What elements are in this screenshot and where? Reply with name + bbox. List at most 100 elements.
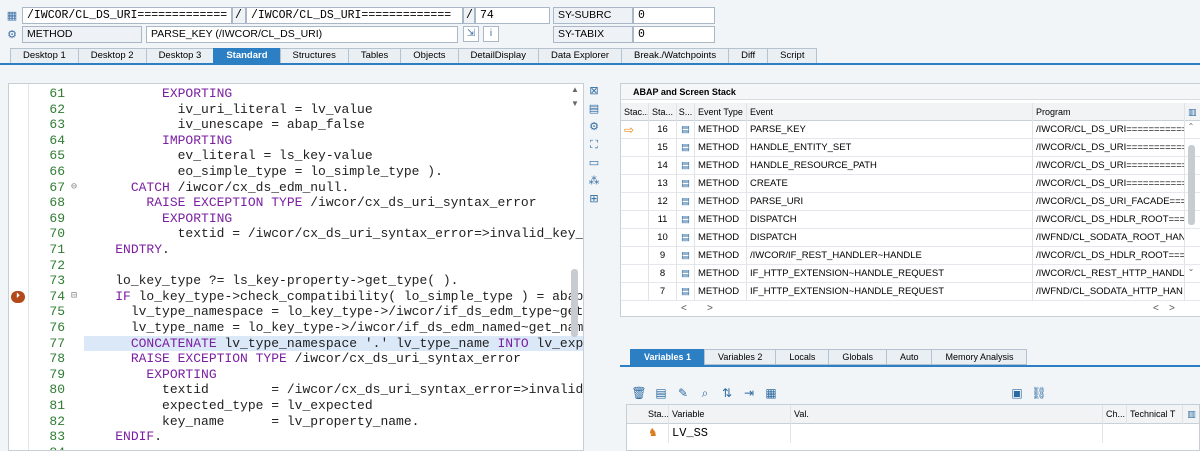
delete-icon[interactable]: 🗑 [628,386,650,402]
code-text[interactable]: lv_type_name = lo_key_type->/iwcor/if_ds… [84,320,583,336]
code-line[interactable]: 75 lv_type_namespace = lo_key_type->/iwc… [9,304,583,320]
code-line[interactable]: ⏵ 74 ⊟ IF lo_key_type->check_compatibility… [9,289,583,305]
sort-icon[interactable]: ⇅ [716,386,738,402]
col-variable[interactable]: Variable [669,405,791,424]
tree-icon[interactable]: ⁂ [586,173,602,189]
code-line[interactable]: 83 ENDIF. [9,429,583,445]
code-line[interactable]: 78 RAISE EXCEPTION TYPE /iwcor/cx_ds_uri… [9,351,583,367]
stack-row[interactable]: ⇨ 16 ▤ METHOD PARSE_KEY/IWCOR/CL_DS_URI=====… [621,121,1200,139]
stack-row[interactable]: 8 ▤ METHOD IF_HTTP_EXTENSION~HANDLE_REQUEST… [621,265,1200,283]
tab-locals[interactable]: Locals [775,349,830,365]
code-text[interactable]: EXPORTING [84,86,236,102]
col-s[interactable]: S... [677,103,695,121]
code-text[interactable]: lo_key_type ?= ls_key-property->get_type… [84,273,462,289]
col-event[interactable]: Event [747,103,1033,121]
scroll-thumb[interactable] [1188,145,1195,225]
import-icon[interactable]: ⇥ [738,386,760,402]
code-text[interactable]: EXPORTING [84,211,236,227]
code-text[interactable]: IMPORTING [84,133,236,149]
code-line[interactable]: 73 lo_key_type ?= ls_key-property->get_t… [9,273,583,289]
code-line[interactable]: 72 [9,258,583,274]
tab-standard[interactable]: Standard [213,48,281,63]
fold-toggle-icon[interactable]: ⊟ [69,289,79,305]
tab-detaildisplay[interactable]: DetailDisplay [457,48,539,63]
hierarchy-icon[interactable]: ⊞ [586,191,602,207]
col-value[interactable]: Val. [791,405,1103,424]
stack-hscrollbar[interactable]: < > < > [621,301,1200,318]
code-text[interactable]: ENDIF. [84,429,166,445]
code-line[interactable]: 82 key_name = lv_property_name. [9,414,583,430]
scroll-thumb[interactable] [571,269,578,337]
sysvar-value-2[interactable]: 0 [633,26,715,43]
code-line[interactable]: 79 EXPORTING [9,367,583,383]
code-text[interactable]: IF lo_key_type->check_compatibility( lo_… [84,289,583,305]
fold-toggle-icon[interactable]: ⊖ [69,180,79,196]
info-icon[interactable]: i [483,26,499,42]
tab-diff[interactable]: Diff [728,48,769,63]
include-field[interactable]: /IWCOR/CL_DS_URI============= [246,7,463,24]
detail-icon[interactable]: ▤ [650,386,672,402]
tab-desktop-3[interactable]: Desktop 3 [145,48,215,63]
code-line[interactable]: 69 EXPORTING [9,211,583,227]
line-field[interactable]: 74 [475,7,550,24]
col-event-type[interactable]: Event Type [695,103,747,121]
code-text[interactable]: textid = /iwcor/cx_ds_uri_syntax_error=>… [84,226,583,242]
col-stack[interactable]: Stac... [621,103,649,121]
code-text[interactable]: eo_simple_type = lo_simple_type ). [84,164,447,180]
stack-row[interactable]: 14 ▤ METHOD HANDLE_RESOURCE_PATH/IWCOR/CL_D… [621,157,1200,175]
breakpoint-icon[interactable]: ⏵ [11,290,25,303]
code-line[interactable]: 84 [9,445,583,450]
find-icon[interactable]: ⌕ [694,386,716,402]
edit-icon[interactable]: ✎ [672,386,694,402]
stack-row[interactable]: 15 ▤ METHOD HANDLE_ENTITY_SET/IWCOR/CL_DS_U… [621,139,1200,157]
code-text[interactable]: lv_type_namespace = lo_key_type->/iwcor/… [84,304,583,320]
code-line[interactable]: 67 ⊖ CATCH /iwcor/cx_ds_edm_null. [9,180,583,196]
code-line[interactable]: 68 RAISE EXCEPTION TYPE /iwcor/cx_ds_uri… [9,195,583,211]
code-text[interactable]: expected_type = lv_expected [84,398,377,414]
tab-auto[interactable]: Auto [885,349,933,365]
tab-variables-2[interactable]: Variables 2 [704,349,777,365]
code-line[interactable]: 71 ENDTRY. [9,242,583,258]
stack-row[interactable]: 12 ▤ METHOD PARSE_URI/IWCOR/CL_DS_URI_FACAD… [621,193,1200,211]
code-text[interactable]: CATCH /iwcor/cx_ds_edm_null. [84,180,353,196]
new-tool-icon[interactable]: ▤ [586,101,602,117]
code-line[interactable]: 66 eo_simple_type = lo_simple_type ). [9,164,583,180]
code-text[interactable]: textid = /iwcor/cx_ds_uri_syntax_error=>… [84,382,583,398]
variable-name-input[interactable]: LV_SS [669,424,791,443]
tab-desktop-1[interactable]: Desktop 1 [10,48,79,63]
tab-objects[interactable]: Objects [400,48,459,63]
col-sta[interactable]: Sta... [645,405,669,424]
editor-scrollbar[interactable]: ▲ ▼ [569,84,581,450]
scroll-right-icon[interactable]: > [707,303,713,314]
tab-data-explorer[interactable]: Data Explorer [537,48,623,63]
swap-tool-icon[interactable]: ▭ [586,155,602,171]
scroll-down-icon[interactable]: ⌄ [1185,263,1197,275]
code-text[interactable]: RAISE EXCEPTION TYPE /iwcor/cx_ds_uri_sy… [84,351,525,367]
code-line[interactable]: 65 ev_literal = ls_key-value [9,148,583,164]
col-program[interactable]: Program [1033,103,1185,121]
code-line[interactable]: 76 lv_type_name = lo_key_type->/iwcor/if… [9,320,583,336]
scroll-down-icon[interactable]: ▼ [569,98,581,110]
event-name-field[interactable]: PARSE_KEY (/IWCOR/CL_DS_URI) [146,26,458,43]
code-text[interactable]: ENDTRY. [84,242,174,258]
column-settings-icon[interactable]: ▥ [1185,103,1200,121]
scroll-left-icon[interactable]: < [681,303,687,314]
program-field[interactable]: /IWCOR/CL_DS_URI============= [22,7,232,24]
code-text[interactable]: RAISE EXCEPTION TYPE /iwcor/cx_ds_uri_sy… [84,195,541,211]
code-line[interactable]: 77 CONCATENATE lv_type_namespace '.' lv_… [9,335,583,352]
tab-script[interactable]: Script [767,48,818,63]
scroll-right-icon[interactable]: > [1169,303,1175,314]
stack-scrollbar[interactable]: ⌃ ⌄ [1185,121,1197,301]
scroll-up-icon[interactable]: ⌃ [1185,121,1197,133]
tab-breakpoints[interactable]: Break./Watchpoints [621,48,730,63]
code-line[interactable]: 62 iv_uri_literal = lv_value [9,102,583,118]
stack-row[interactable]: 9 ▤ METHOD/IWCOR/IF_REST_HANDLER~HANDLE/IW… [621,247,1200,265]
code-line[interactable]: 61 EXPORTING [9,86,583,102]
col-level[interactable]: Sta... [649,103,677,121]
stack-row[interactable]: 7 ▤ METHOD IF_HTTP_EXTENSION~HANDLE_REQUEST… [621,283,1200,301]
table-icon[interactable]: ▦ [760,386,782,402]
maximize-icon[interactable]: ⛶ [586,137,602,153]
link-icon[interactable]: ⛓ [1028,386,1050,402]
code-text[interactable]: iv_unescape = abap_false [84,117,369,133]
code-line[interactable]: 81 expected_type = lv_expected [9,398,583,414]
